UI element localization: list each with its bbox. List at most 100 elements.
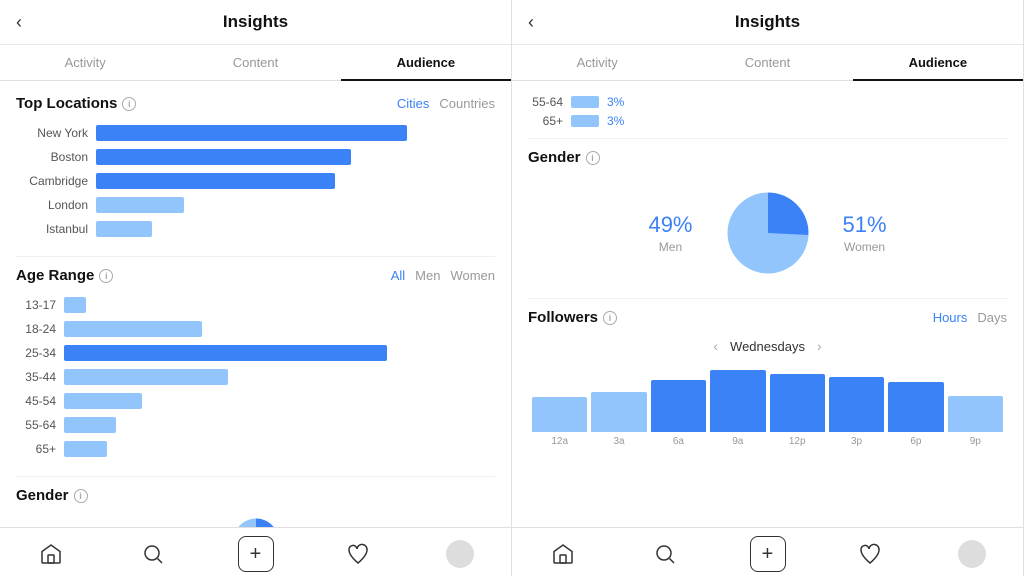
hour-label-3p: 3p [829, 436, 884, 447]
bar-container [96, 124, 495, 142]
hour-label-6a: 6a [651, 436, 706, 447]
tab-content-left[interactable]: Content [170, 45, 340, 80]
top-locations-title: Top Locations i [16, 95, 136, 112]
heart-icon [346, 542, 370, 566]
bar-row-istanbul: Istanbul [16, 220, 495, 238]
gender-men-stat: 49% Men [648, 212, 692, 254]
bar-fill [96, 173, 335, 189]
plus-icon: + [238, 536, 274, 572]
home-icon-right [551, 542, 575, 566]
bar-row-london: London [16, 196, 495, 214]
home-icon [39, 542, 63, 566]
age-small-bar [571, 96, 599, 108]
age-label: 65+ [16, 442, 56, 456]
age-bar-4554: 45-54 [16, 392, 495, 410]
hour-label-6p: 6p [888, 436, 943, 447]
right-panel: ‹ Insights Activity Content Audience 55-… [512, 0, 1024, 576]
age-bar-5564: 55-64 [16, 416, 495, 434]
bar-container [64, 320, 495, 338]
nav-search-left[interactable] [102, 536, 204, 572]
avatar-icon-right [958, 540, 986, 568]
bar-fill [96, 221, 152, 237]
gender-info-icon-left[interactable]: i [74, 489, 88, 503]
bar-container [64, 368, 495, 386]
age-range-title: Age Range i [16, 267, 113, 284]
hour-bar-3p [829, 362, 884, 432]
days-button[interactable]: Days [977, 310, 1007, 325]
day-next-button[interactable]: › [817, 338, 822, 354]
age-women-button[interactable]: Women [450, 268, 495, 283]
age-label: 18-24 [16, 322, 56, 336]
bar-label: New York [16, 126, 88, 140]
gender-info-icon-right[interactable]: i [586, 151, 600, 165]
age-bar-3544: 35-44 [16, 368, 495, 386]
nav-heart-left[interactable] [307, 536, 409, 572]
bar-row-boston: Boston [16, 148, 495, 166]
bar-label: Istanbul [16, 222, 88, 236]
nav-home-left[interactable] [0, 536, 102, 572]
age-small-65plus: 65+ 3% [528, 114, 1007, 128]
nav-heart-right[interactable] [819, 536, 921, 572]
nav-home-right[interactable] [512, 536, 614, 572]
heart-icon-right [858, 542, 882, 566]
hour-bars-chart [528, 362, 1007, 432]
nav-plus-left[interactable]: + [204, 536, 306, 572]
hour-bar-9p [948, 362, 1003, 432]
left-tabs: Activity Content Audience [0, 45, 511, 81]
age-range-info-icon[interactable]: i [99, 269, 113, 283]
gender-women-stat: 51% Women [843, 212, 887, 254]
bar-container [64, 392, 495, 410]
bar [532, 397, 587, 432]
cities-button[interactable]: Cities [397, 96, 430, 111]
tab-audience-right[interactable]: Audience [853, 45, 1023, 80]
followers-info-icon[interactable]: i [603, 311, 617, 325]
bar [770, 374, 825, 432]
nav-search-right[interactable] [614, 536, 716, 572]
divider [16, 256, 495, 257]
search-icon-right [653, 542, 677, 566]
bar-fill [64, 297, 86, 313]
bar-container [64, 344, 495, 362]
right-tabs: Activity Content Audience [512, 45, 1023, 81]
nav-avatar-right[interactable] [921, 536, 1023, 572]
day-label: Wednesdays [730, 339, 805, 354]
search-icon [141, 542, 165, 566]
left-bottom-nav: + [0, 527, 511, 576]
age-small-section: 55-64 3% 65+ 3% [528, 95, 1007, 128]
gender-pie-chart [723, 188, 813, 278]
nav-avatar-left[interactable] [409, 536, 511, 572]
bar-fill [64, 369, 228, 385]
tab-content-right[interactable]: Content [682, 45, 852, 80]
bar [829, 377, 884, 432]
bar-fill [96, 197, 184, 213]
left-back-button[interactable]: ‹ [16, 12, 22, 33]
age-all-button[interactable]: All [391, 268, 405, 283]
day-prev-button[interactable]: ‹ [713, 338, 718, 354]
women-percentage: 51% [843, 212, 887, 238]
age-small-bar2 [571, 115, 599, 127]
tab-audience-left[interactable]: Audience [341, 45, 511, 80]
hour-label-12a: 12a [532, 436, 587, 447]
bar [948, 396, 1003, 432]
age-men-button[interactable]: Men [415, 268, 440, 283]
bar-fill [64, 345, 387, 361]
countries-button[interactable]: Countries [439, 96, 495, 111]
age-bar-1317: 13-17 [16, 296, 495, 314]
right-back-button[interactable]: ‹ [528, 12, 534, 33]
top-locations-actions: Cities Countries [397, 96, 495, 111]
top-locations-info-icon[interactable]: i [122, 97, 136, 111]
tab-activity-right[interactable]: Activity [512, 45, 682, 80]
gender-pie-partial [16, 516, 495, 527]
hours-button[interactable]: Hours [933, 310, 968, 325]
bar-container [64, 416, 495, 434]
age-label: 35-44 [16, 370, 56, 384]
bar-container [64, 296, 495, 314]
nav-plus-right[interactable]: + [716, 536, 818, 572]
bar [651, 380, 706, 432]
bar-fill [64, 441, 107, 457]
age-range-header: Age Range i All Men Women [16, 267, 495, 284]
gender-header-left: Gender i [16, 487, 495, 504]
age-small-5564: 55-64 3% [528, 95, 1007, 109]
tab-activity-left[interactable]: Activity [0, 45, 170, 80]
bar-row-cambridge: Cambridge [16, 172, 495, 190]
